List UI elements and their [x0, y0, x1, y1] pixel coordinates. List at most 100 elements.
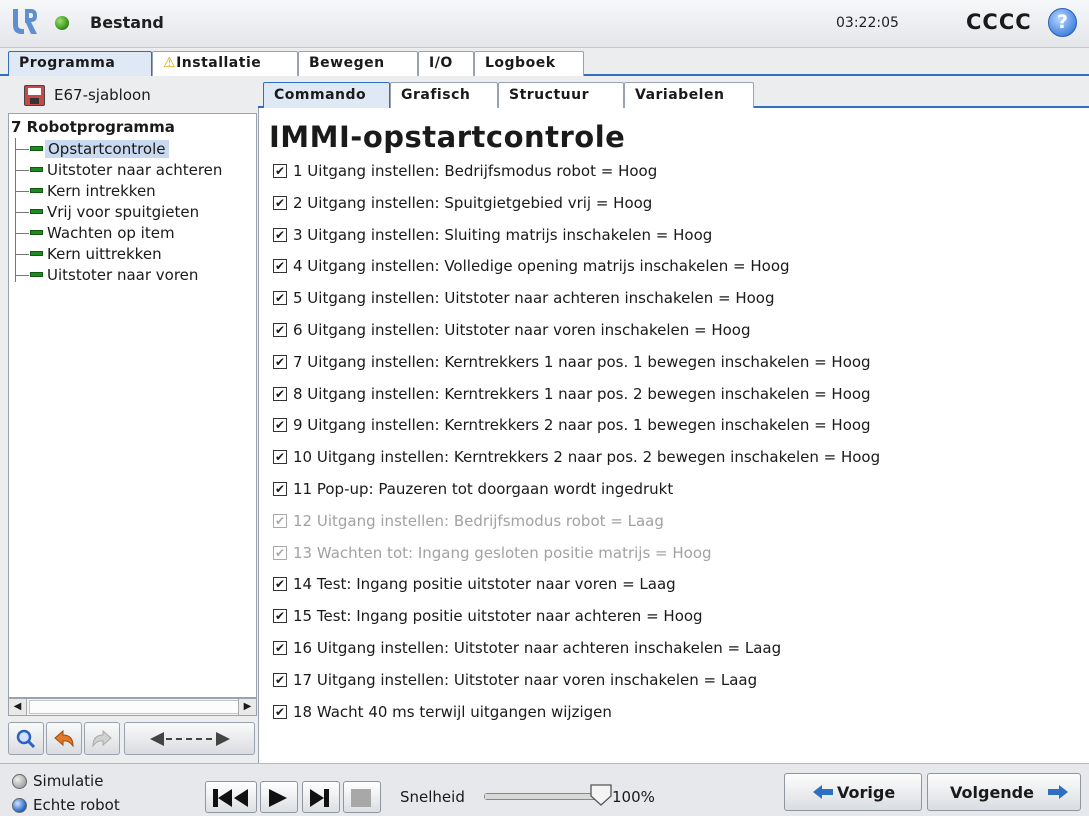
command-checkbox[interactable]: ✔: [273, 482, 287, 496]
tab-label: Commando: [274, 87, 367, 103]
speed-fill: [485, 794, 598, 799]
speed-slider-thumb[interactable]: [590, 784, 612, 806]
tab-bewegen[interactable]: Bewegen: [298, 51, 418, 76]
command-checkbox[interactable]: ✔: [273, 514, 287, 528]
command-checkbox[interactable]: ✔: [273, 641, 287, 655]
stop-icon: [351, 789, 371, 807]
tab-label: Grafisch: [401, 87, 471, 103]
program-node-icon: [30, 146, 43, 151]
redo-button[interactable]: [84, 722, 120, 755]
rewind-button[interactable]: [205, 781, 257, 813]
next-label: Volgende: [950, 783, 1034, 802]
play-icon: [269, 789, 287, 807]
command-checkbox[interactable]: ✔: [273, 291, 287, 305]
tab-programma[interactable]: Programma: [8, 51, 152, 76]
scroll-left-icon[interactable]: ◀: [9, 699, 27, 715]
tree-item-label: Wachten op item: [47, 224, 175, 242]
command-checkbox[interactable]: ✔: [273, 164, 287, 178]
program-node-icon: [30, 251, 43, 256]
previous-button[interactable]: Vorige: [784, 773, 922, 811]
tab-label: Logboek: [485, 55, 556, 71]
undo-icon: [54, 729, 74, 748]
mode-label: Simulatie: [33, 772, 104, 790]
warning-icon: ⚠: [163, 55, 177, 71]
program-header: E67-sjabloon: [8, 79, 257, 111]
next-button[interactable]: Volgende: [927, 773, 1081, 811]
tree-item-label: Uitstoter naar voren: [47, 266, 199, 284]
horizontal-scrollbar[interactable]: ◀ ▶: [8, 698, 257, 716]
command-text: 16 Uitgang instellen: Uitstoter naar ach…: [293, 639, 782, 657]
main-tabs: Programma ⚠Installatie Bewegen I/O Logbo…: [0, 48, 1089, 76]
tree-root[interactable]: 7 Robotprogramma: [11, 118, 175, 136]
search-icon: [16, 729, 36, 749]
command-checkbox[interactable]: ✔: [273, 196, 287, 210]
speed-label: Snelheid: [400, 788, 465, 806]
command-checkbox[interactable]: ✔: [273, 387, 287, 401]
stop-button[interactable]: [343, 781, 381, 813]
tab-label: Structuur: [509, 87, 589, 103]
command-checkbox[interactable]: ✔: [273, 673, 287, 687]
tree-expand-icon[interactable]: 7: [11, 118, 21, 136]
command-checkbox[interactable]: ✔: [273, 609, 287, 623]
file-menu[interactable]: Bestand: [90, 13, 164, 32]
command-text: 18 Wacht 40 ms terwijl uitgangen wijzige…: [293, 703, 612, 721]
command-checkbox[interactable]: ✔: [273, 259, 287, 273]
command-checkbox[interactable]: ✔: [273, 355, 287, 369]
tree-item-label: Uitstoter naar achteren: [47, 161, 223, 179]
program-name: E67-sjabloon: [54, 86, 151, 104]
speed-slider[interactable]: [484, 793, 599, 800]
tab-structuur[interactable]: Structuur: [498, 82, 624, 108]
move-button[interactable]: [124, 722, 255, 755]
play-button[interactable]: [260, 781, 298, 813]
tree-root-label: Robotprogramma: [26, 118, 175, 136]
command-text: 12 Uitgang instellen: Bedrijfsmodus robo…: [293, 512, 664, 530]
command-checkbox[interactable]: ✔: [273, 228, 287, 242]
command-checkbox[interactable]: ✔: [273, 577, 287, 591]
tree-item-label: Vrij voor spuitgieten: [47, 203, 200, 221]
previous-label: Vorige: [837, 783, 896, 802]
command-text: 11 Pop-up: Pauzeren tot doorgaan wordt i…: [293, 480, 674, 498]
tab-commando[interactable]: Commando: [263, 82, 390, 108]
scrollbar-thumb[interactable]: [29, 700, 255, 714]
command-checkbox[interactable]: ✔: [273, 705, 287, 719]
command-text: 15 Test: Ingang positie uitstoter naar a…: [293, 607, 703, 625]
command-checkbox[interactable]: ✔: [273, 450, 287, 464]
node-tabs: Commando Grafisch Structuur Variabelen: [258, 82, 1089, 108]
tab-label: Installatie: [176, 55, 262, 71]
command-text: 17 Uitgang instellen: Uitstoter naar vor…: [293, 671, 758, 689]
save-icon[interactable]: [24, 85, 45, 106]
move-left-right-icon: [149, 732, 230, 746]
redo-icon: [92, 729, 112, 748]
command-checkbox[interactable]: ✔: [273, 323, 287, 337]
speed-value: 100%: [612, 788, 655, 806]
tab-grafisch[interactable]: Grafisch: [390, 82, 498, 108]
tab-io[interactable]: I/O: [418, 51, 474, 76]
mode-label: Echte robot: [33, 796, 120, 814]
tree-item-label: Kern uittrekken: [47, 245, 162, 263]
program-node-icon: [30, 230, 43, 235]
search-button[interactable]: [8, 722, 44, 755]
arrow-left-icon: [813, 785, 833, 799]
tab-logboek[interactable]: Logboek: [474, 51, 584, 76]
page-title: IMMI-opstartcontrole: [269, 120, 626, 154]
command-text: 1 Uitgang instellen: Bedrijfsmodus robot…: [293, 162, 658, 180]
program-tree: 7 Robotprogramma Opstartcontrole Uitstot…: [8, 113, 257, 698]
undo-button[interactable]: [46, 722, 82, 755]
tab-variabelen[interactable]: Variabelen: [624, 82, 754, 108]
step-button[interactable]: [302, 781, 340, 813]
command-checkbox[interactable]: ✔: [273, 418, 287, 432]
bottom-bar: Simulatie Echte robot Snelheid 100% Vori…: [0, 763, 1089, 816]
tree-connector: [15, 138, 16, 282]
scroll-right-icon[interactable]: ▶: [238, 699, 256, 715]
radio-icon: [12, 774, 27, 789]
command-text: 9 Uitgang instellen: Kerntrekkers 2 naar…: [293, 416, 871, 434]
tree-toolbar: [8, 722, 257, 757]
tree-item-label: Opstartcontrole: [45, 140, 169, 158]
command-text: 2 Uitgang instellen: Spuitgietgebied vri…: [293, 194, 653, 212]
command-text: 4 Uitgang instellen: Volledige opening m…: [293, 257, 790, 275]
command-checkbox[interactable]: ✔: [273, 546, 287, 560]
help-button[interactable]: ?: [1048, 8, 1077, 37]
program-node-icon: [30, 209, 43, 214]
tab-installatie[interactable]: ⚠Installatie: [152, 51, 298, 76]
ur-logo-icon: [13, 9, 37, 34]
